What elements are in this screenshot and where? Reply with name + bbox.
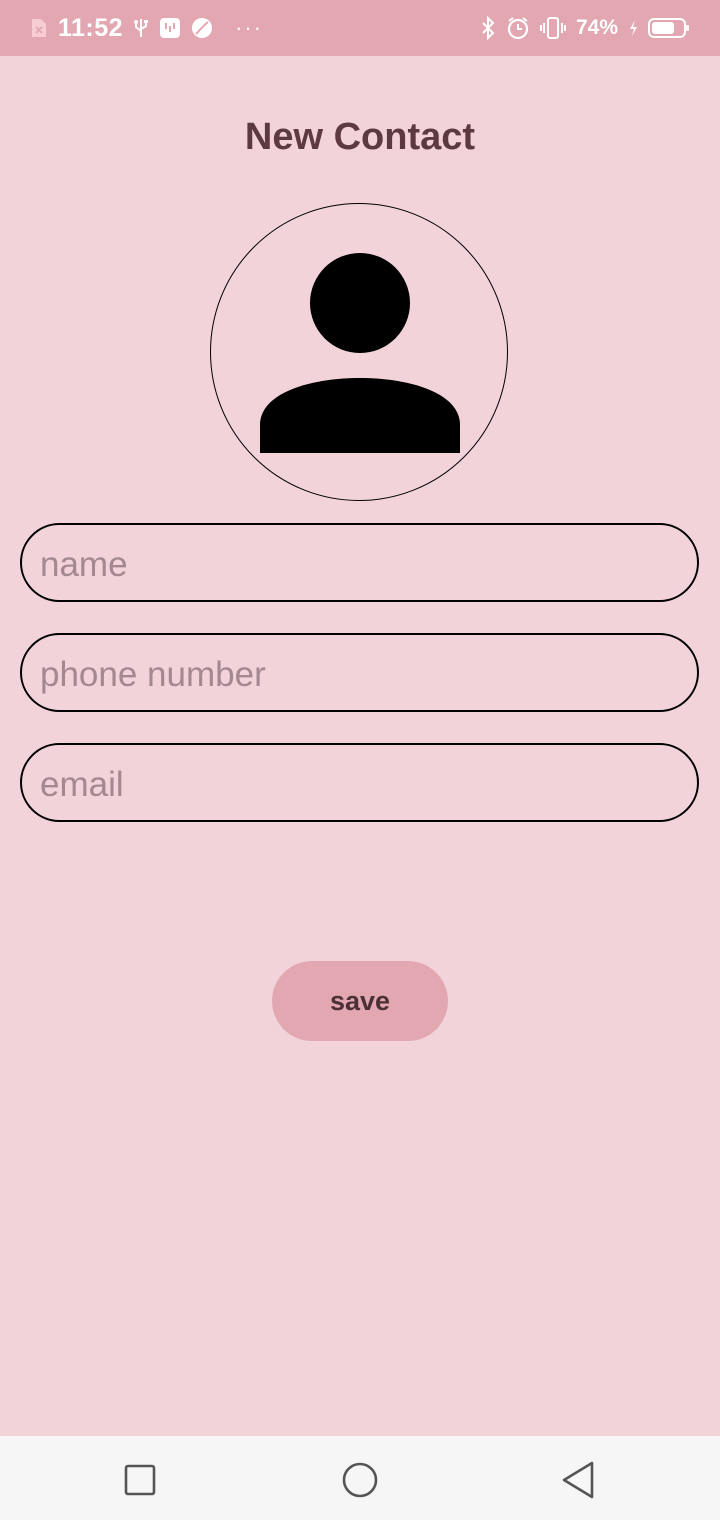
- vibrate-icon: [539, 16, 566, 40]
- usb-icon: [133, 17, 149, 39]
- battery-percent: 74%: [575, 16, 618, 39]
- recents-square-icon: [124, 1464, 156, 1496]
- save-button[interactable]: save: [272, 961, 448, 1041]
- person-icon: [259, 252, 460, 453]
- back-triangle-icon: [562, 1461, 594, 1499]
- status-bar: 11:52 ··· 74%: [0, 0, 720, 56]
- home-button[interactable]: [338, 1458, 382, 1502]
- page-title: New Contact: [244, 116, 476, 158]
- status-bar-left: 11:52 ···: [30, 14, 263, 43]
- overflow-dots: ···: [235, 15, 264, 40]
- sim-off-icon: [30, 17, 48, 39]
- name-input[interactable]: [22, 525, 697, 600]
- bluetooth-icon: [480, 16, 496, 40]
- email-field[interactable]: [20, 743, 699, 822]
- recents-button[interactable]: [118, 1458, 162, 1502]
- home-circle-icon: [342, 1462, 378, 1498]
- email-input[interactable]: [22, 745, 697, 820]
- back-button[interactable]: [556, 1458, 600, 1502]
- leaf-icon: [191, 17, 213, 39]
- charging-icon: [628, 19, 638, 37]
- status-bar-right: 74%: [480, 16, 690, 40]
- status-time: 11:52: [58, 13, 124, 42]
- phone-field[interactable]: [20, 633, 699, 712]
- alarm-icon: [506, 16, 530, 40]
- avatar-picker[interactable]: [210, 203, 508, 501]
- phone-input[interactable]: [22, 635, 697, 710]
- navigation-bar: [0, 1436, 720, 1520]
- name-field[interactable]: [20, 523, 699, 602]
- usb-debug-icon: [159, 17, 181, 39]
- battery-icon: [648, 17, 690, 39]
